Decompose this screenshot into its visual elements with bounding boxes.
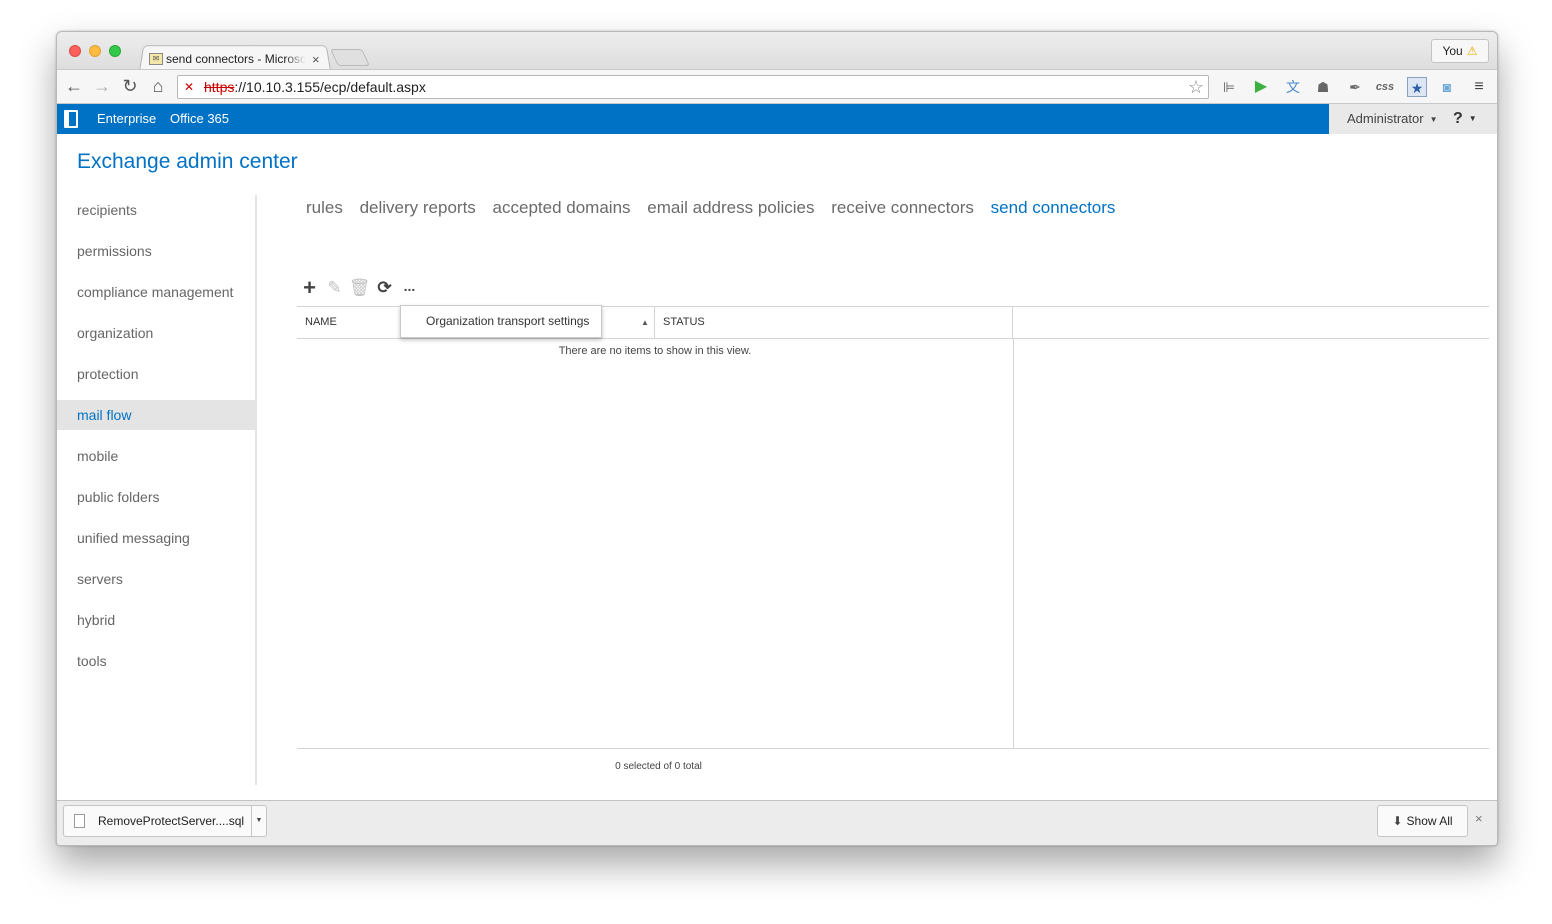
sidebar-item-recipients[interactable]: recipients [57,195,255,225]
sidebar-item-tools[interactable]: tools [57,646,255,676]
help-menu[interactable]: ? ▼ [1453,104,1477,134]
edit-pencil-icon[interactable]: ✎ [322,276,347,300]
profile-button[interactable]: You ⚠ [1431,39,1489,63]
mail-favicon-icon: ✉ [149,53,163,65]
office365-link[interactable]: Office 365 [170,104,229,134]
sidebar-item-protection[interactable]: protection [57,359,255,389]
menu-item-organization-transport-settings[interactable]: Organization transport settings [426,314,589,328]
url-rest: ://10.10.3.155/ecp/default.aspx [234,79,426,95]
profile-label: You [1442,44,1463,58]
user-menu[interactable]: Administrator ▼ [1347,104,1438,135]
insecure-lock-icon: ✕ [184,80,195,94]
css-extension-icon[interactable]: css [1375,77,1395,97]
back-icon[interactable]: ← [63,75,85,97]
column-header-name[interactable]: NAME [305,307,337,338]
tab-close-icon[interactable]: × [312,52,320,67]
sidebar-item-hybrid[interactable]: hybrid [57,605,255,635]
more-options-button[interactable]: ... [397,276,422,300]
tab-accepted-domains[interactable]: accepted domains [493,198,631,217]
menu-icon[interactable]: ≡ [1469,77,1489,97]
tab-delivery-reports[interactable]: delivery reports [360,198,476,217]
window-maximize-button[interactable] [109,45,121,57]
add-icon[interactable]: + [297,276,322,300]
play-extension-icon[interactable]: ▶ [1251,77,1271,97]
column-header-status[interactable]: STATUS [663,307,705,338]
refresh-icon[interactable]: ⟳ [372,276,397,300]
selection-count: 0 selected of 0 total [615,761,702,772]
bookmark-extension-icon[interactable]: ★ [1407,77,1427,97]
user-name: Administrator [1347,111,1424,126]
eyedropper-extension-icon[interactable]: ✒ [1345,77,1365,97]
window-close-button[interactable] [69,45,81,57]
warning-icon: ⚠ [1466,44,1478,58]
tab-strip: ✉ send connectors - Microso × You ⚠ [57,32,1497,71]
download-shelf: RemoveProtectServer....sql ▼ ⬇ Show All × [57,800,1497,845]
subnav: rules delivery reports accepted domains … [306,198,1127,222]
enterprise-link[interactable]: Enterprise [97,104,156,134]
column-divider [1012,307,1013,338]
delete-trash-icon[interactable]: 🗑 [347,276,372,300]
column-divider [654,307,655,338]
reload-icon[interactable]: ↻ [119,75,141,97]
help-icon: ? [1453,110,1463,128]
grid-bottom-border [297,748,1489,749]
url-scheme: https [204,79,235,95]
new-tab-button[interactable] [330,49,370,66]
close-icon[interactable]: × [1475,811,1483,826]
sidebar-item-unified-messaging[interactable]: unified messaging [57,523,255,553]
sidebar-item-organization[interactable]: organization [57,318,255,348]
url-text: https://10.10.3.155/ecp/default.aspx [204,76,426,98]
tab-receive-connectors[interactable]: receive connectors [831,198,974,217]
tab-rules[interactable]: rules [306,198,343,217]
home-icon[interactable]: ⌂ [147,75,169,97]
browser-toolbar: ← → ↻ ⌂ ✕ https://10.10.3.155/ecp/defaul… [57,69,1497,104]
ghost-extension-icon[interactable]: ☗ [1313,77,1333,97]
details-pane-divider [1013,338,1014,748]
action-toolbar: + ✎ 🗑 ⟳ ... [297,276,422,300]
bookmark-star-icon[interactable]: ☆ [1188,76,1204,98]
tree-extension-icon[interactable]: ⊫ [1219,77,1239,97]
download-file-name: RemoveProtectServer....sql [98,814,245,828]
chevron-down-icon: ▼ [1468,114,1477,123]
show-all-label: Show All [1406,814,1453,828]
sidebar: recipients permissions compliance manage… [57,195,257,785]
page-title: Exchange admin center [77,150,298,173]
chevron-down-icon[interactable]: ▼ [251,806,266,836]
tab-title: send connectors - Microso [166,52,306,66]
browser-window: ✉ send connectors - Microso × You ⚠ ← → … [56,31,1498,846]
o365-bar: Enterprise Office 365 Administrator ▼ ? ▼ [57,104,1497,134]
camera-extension-icon[interactable]: ◙ [1437,77,1457,97]
chevron-down-icon: ▼ [1429,114,1438,124]
sidebar-item-servers[interactable]: servers [57,564,255,594]
user-area: Administrator ▼ ? ▼ [1329,104,1497,134]
sidebar-item-permissions[interactable]: permissions [57,236,255,266]
sidebar-item-compliance-management[interactable]: compliance management [57,277,255,307]
tab-send-connectors[interactable]: send connectors [991,198,1116,217]
translate-extension-icon[interactable]: 文 [1283,77,1303,97]
file-icon [74,814,85,828]
tab-email-address-policies[interactable]: email address policies [647,198,814,217]
empty-message: There are no items to show in this view. [558,345,752,357]
window-minimize-button[interactable] [89,45,101,57]
browser-tab[interactable]: ✉ send connectors - Microso × [143,48,329,70]
office-logo-icon[interactable] [64,110,78,128]
sidebar-item-public-folders[interactable]: public folders [57,482,255,512]
more-options-menu: Organization transport settings [400,305,602,338]
show-all-button[interactable]: ⬇ Show All [1377,805,1468,837]
sidebar-item-mail-flow[interactable]: mail flow [57,400,255,430]
sidebar-item-mobile[interactable]: mobile [57,441,255,471]
sort-ascending-icon: ▲ [641,318,649,327]
download-item[interactable]: RemoveProtectServer....sql ▼ [63,805,267,837]
forward-icon[interactable]: → [91,75,113,97]
download-arrow-icon: ⬇ [1392,814,1403,828]
address-bar[interactable]: ✕ https://10.10.3.155/ecp/default.aspx ☆ [177,75,1209,99]
